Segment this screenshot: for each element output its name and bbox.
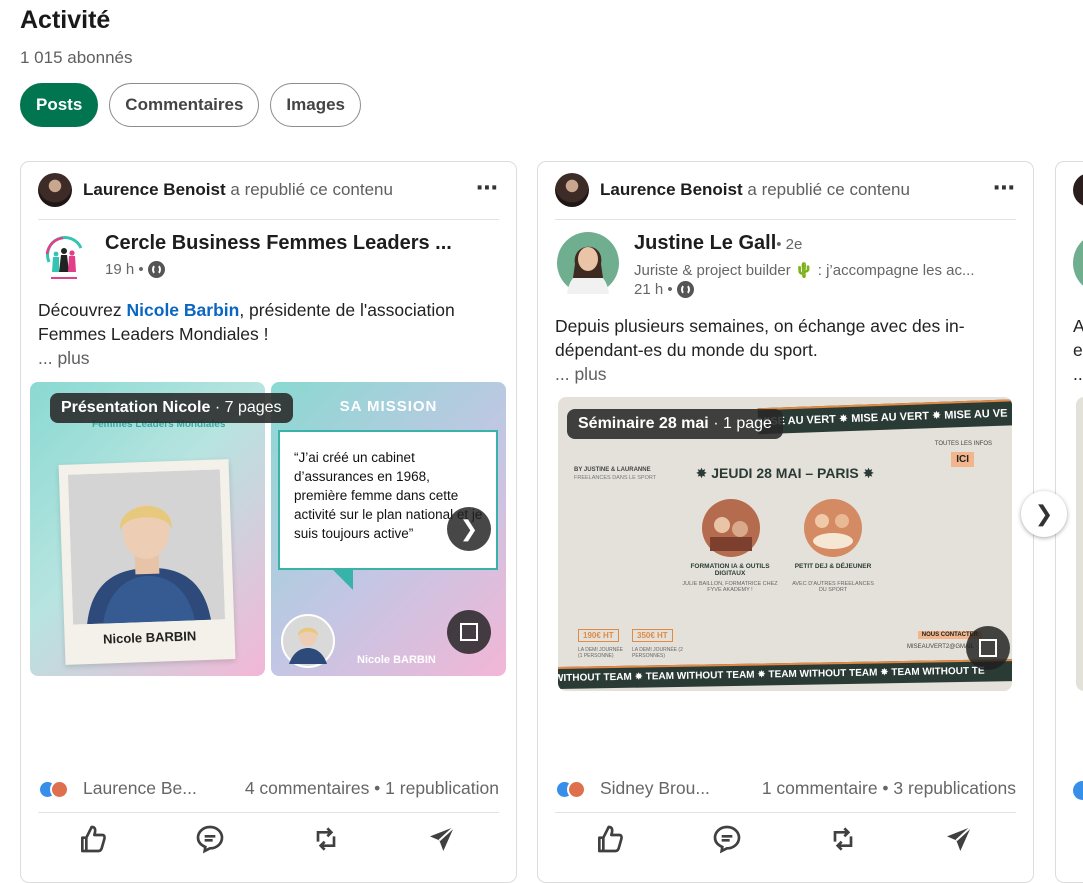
- photo-caption: Nicole BARBIN: [102, 628, 197, 647]
- slide-email: MISEAUVERT2@GMAIL: [907, 644, 974, 650]
- workshop-photo: [702, 499, 760, 557]
- document-title-badge: Séminaire 28 mai · 1 page: [567, 409, 783, 439]
- reactions-icon: [1073, 781, 1083, 800]
- mention-link[interactable]: Nicole Barbin: [127, 300, 240, 320]
- price-2-sub: LA DEMI JOURNÉE (2 PERSONNES): [632, 647, 683, 659]
- slide-title: SA MISSION: [339, 398, 438, 415]
- fullscreen-icon[interactable]: [966, 626, 1010, 670]
- slide-headline: ✸ JEUDI 28 MAI – PARIS ✸: [695, 465, 875, 481]
- item1-title: FORMATION IA & OUTILS DIGITAUX: [690, 563, 770, 577]
- avatar: [1073, 173, 1083, 207]
- company-logo[interactable]: [41, 232, 87, 284]
- repost-icon[interactable]: [827, 823, 859, 855]
- avatar[interactable]: [555, 173, 589, 207]
- reposter-name[interactable]: Laurence Benoist: [600, 180, 743, 199]
- carousel-slide[interactable]: SA MISSION “J’ai créé un cabinet d’assur…: [271, 382, 506, 676]
- author-headline: Juriste & project builder 🌵 : j’accompag…: [634, 262, 975, 279]
- item1-sub: JULIE BAILLON, FORMATRICE CHEZ FYVE AKAD…: [682, 581, 778, 593]
- post-text: Découvrez Nicole Barbin, présidente de l…: [38, 300, 455, 368]
- document-title-badge: Présentation Nicole · 7 pages: [50, 393, 293, 423]
- tab-posts[interactable]: Posts: [20, 83, 99, 127]
- post-text: Depuis plusieurs semaines, on échange av…: [555, 316, 965, 384]
- bottom-banner: WITHOUT TEAM ✸ TEAM WITHOUT TEAM ✸ TEAM …: [558, 658, 1012, 690]
- repost-action: a republié ce contenu: [747, 180, 910, 199]
- carousel-slide[interactable]: Femmes Leaders Mondiales Nicole BARBIN: [30, 382, 265, 676]
- page-title: Activité: [20, 6, 111, 34]
- post-text: A e ..: [1073, 316, 1083, 384]
- post-time: 21 h •: [634, 281, 673, 298]
- action-bar: [38, 812, 499, 863]
- more-options-icon[interactable]: ⋯: [993, 175, 1016, 201]
- social-counts: Sidney Brou... 1 commentaire • 3 republi…: [555, 778, 1016, 804]
- photo-frame: Nicole BARBIN: [58, 459, 236, 665]
- social-counts: Laurence Be... 4 commentaires • 1 republ…: [38, 778, 499, 804]
- slide-signature: Nicole BARBIN: [357, 654, 436, 666]
- like-icon[interactable]: [77, 823, 109, 855]
- like-icon[interactable]: [594, 823, 626, 855]
- fullscreen-icon[interactable]: [447, 610, 491, 654]
- author-avatar: [1073, 232, 1083, 294]
- media-preview: [1076, 397, 1083, 691]
- portrait-photo: [67, 469, 226, 625]
- reposter-name[interactable]: Laurence Benoist: [83, 180, 226, 199]
- connection-degree: • 2e: [776, 236, 803, 253]
- next-slide-button[interactable]: ❯: [447, 507, 491, 551]
- bubble-tail: [331, 568, 353, 590]
- avatar[interactable]: [38, 173, 72, 207]
- comment-repost-count[interactable]: 4 commentaires • 1 republication: [245, 778, 499, 799]
- send-icon[interactable]: [943, 823, 975, 855]
- breakfast-photo: [804, 499, 862, 557]
- item2-sub: AVEC D’AUTRES FREELANCES DU SPORT: [792, 581, 874, 593]
- item2-title: PETIT DEJ & DÉJEUNER: [794, 563, 872, 570]
- comment-icon[interactable]: [194, 823, 226, 855]
- globe-icon: [147, 261, 165, 278]
- post-card: Laurence Benoist a republié ce contenu ⋯…: [20, 161, 517, 883]
- carousel-slide[interactable]: MISE AU VERT ✸ MISE AU VERT ✸ MISE AU VE…: [558, 397, 1012, 691]
- more-options-icon[interactable]: ⋯: [476, 175, 499, 201]
- price-1: 190€ HT: [578, 629, 619, 642]
- reactions-icon[interactable]: [555, 780, 593, 802]
- tab-images[interactable]: Images: [270, 83, 361, 127]
- reaction-names[interactable]: Sidney Brou...: [600, 778, 710, 799]
- globe-icon: [676, 281, 694, 298]
- see-more-link[interactable]: ... plus: [38, 348, 90, 368]
- repost-header: Laurence Benoist a republié ce contenu ⋯: [555, 173, 1016, 220]
- send-icon[interactable]: [426, 823, 458, 855]
- followers-count: 1 015 abonnés: [20, 48, 133, 67]
- signature-avatar: [281, 614, 335, 668]
- post-time: 19 h •: [105, 261, 144, 278]
- post-card: Laurence Benoist a republié ce contenu ⋯…: [537, 161, 1034, 883]
- repost-action: a republié ce contenu: [230, 180, 393, 199]
- repost-header: Laurence Benoist a republié ce contenu ⋯: [38, 173, 499, 220]
- see-more-link[interactable]: ... plus: [555, 364, 607, 384]
- action-bar: [555, 812, 1016, 863]
- comment-icon[interactable]: [711, 823, 743, 855]
- comment-repost-count[interactable]: 1 commentaire • 3 republications: [762, 778, 1016, 799]
- repost-icon[interactable]: [310, 823, 342, 855]
- price-1-sub: LA DEMI JOURNÉE (1 PERSONNE): [578, 647, 624, 659]
- reaction-names[interactable]: Laurence Be...: [83, 778, 197, 799]
- carousel-next-button[interactable]: ❯: [1021, 491, 1067, 537]
- author-name[interactable]: Cercle Business Femmes Leaders ...: [105, 232, 452, 255]
- tab-comments[interactable]: Commentaires: [109, 83, 260, 127]
- author-avatar[interactable]: [557, 232, 619, 294]
- price-2: 350€ HT: [632, 629, 673, 642]
- reactions-icon[interactable]: [38, 780, 76, 802]
- author-name[interactable]: Justine Le Gall: [634, 232, 776, 254]
- filter-tabs: Posts Commentaires Images: [20, 83, 361, 127]
- top-banner: MISE AU VERT ✸ MISE AU VERT ✸ MISE AU VE: [757, 397, 1012, 435]
- slide-info: TOUTES LES INFOS: [934, 441, 992, 447]
